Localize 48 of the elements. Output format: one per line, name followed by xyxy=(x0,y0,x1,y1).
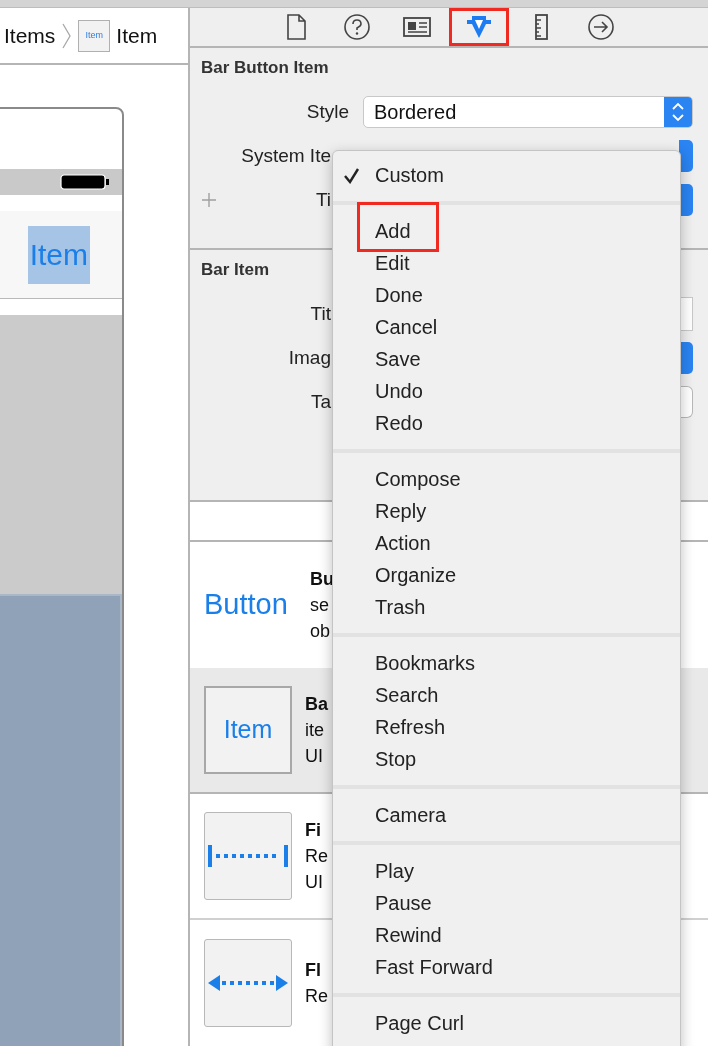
menu-item[interactable]: Add xyxy=(333,215,680,247)
menu-item[interactable]: Redo xyxy=(333,407,680,439)
item-title: Fl xyxy=(305,959,322,982)
item-title: Fi xyxy=(305,819,322,842)
field-label: Ta xyxy=(309,389,331,414)
menu-item[interactable]: Reply xyxy=(333,495,680,527)
button-preview: Button xyxy=(204,587,288,623)
item-title: Ba xyxy=(305,693,328,716)
field-label: Imag xyxy=(287,345,331,370)
menu-item[interactable]: Refresh xyxy=(333,711,680,743)
menu-item[interactable]: Play xyxy=(333,855,680,887)
menu-item[interactable]: Rewind xyxy=(333,919,680,951)
breadcrumb-item[interactable]: Items xyxy=(4,19,56,52)
breadcrumb-item[interactable]: Item xyxy=(116,19,158,52)
field-label: System Ite xyxy=(240,143,331,168)
menu-item[interactable]: Trash xyxy=(333,591,680,623)
item-description: UI xyxy=(305,871,324,894)
item-description: Re xyxy=(305,845,328,868)
menu-item[interactable]: Stop xyxy=(333,743,680,775)
menu-item[interactable]: Pause xyxy=(333,887,680,919)
menu-item[interactable]: Organize xyxy=(333,559,680,591)
menu-item[interactable]: Save xyxy=(333,343,680,375)
item-description: UI xyxy=(305,745,324,768)
item-description: ob xyxy=(310,620,332,643)
field-label: Style xyxy=(305,99,349,124)
menu-item[interactable]: Custom xyxy=(333,159,680,191)
menu-item[interactable]: Edit xyxy=(333,247,680,279)
item-description: ite xyxy=(305,719,325,742)
menu-item[interactable]: Fast Forward xyxy=(333,951,680,983)
menu-item[interactable]: Compose xyxy=(333,463,680,495)
item-description: Re xyxy=(305,985,328,1008)
menu-item[interactable]: Bookmarks xyxy=(333,647,680,679)
item-icon: Item xyxy=(78,19,111,52)
menu-item[interactable]: Page Curl xyxy=(333,1007,680,1039)
field-label: Ti xyxy=(314,187,331,212)
popup-button[interactable]: Bordered xyxy=(363,96,693,129)
menu-item[interactable]: Undo xyxy=(333,375,680,407)
menu-item[interactable]: Cancel xyxy=(333,311,680,343)
popup-value: Bordered xyxy=(373,100,458,126)
menu-item[interactable]: Done xyxy=(333,279,680,311)
field-label: Tit xyxy=(309,301,331,326)
item-preview: Item xyxy=(204,686,292,774)
section-title: Bar Button Item xyxy=(201,57,329,80)
item-description: se xyxy=(310,594,330,617)
section-title: Bar Item xyxy=(201,259,270,282)
menu-item[interactable]: Camera xyxy=(333,799,680,831)
menu-item[interactable]: Search xyxy=(333,679,680,711)
menu-item[interactable]: Action xyxy=(333,527,680,559)
